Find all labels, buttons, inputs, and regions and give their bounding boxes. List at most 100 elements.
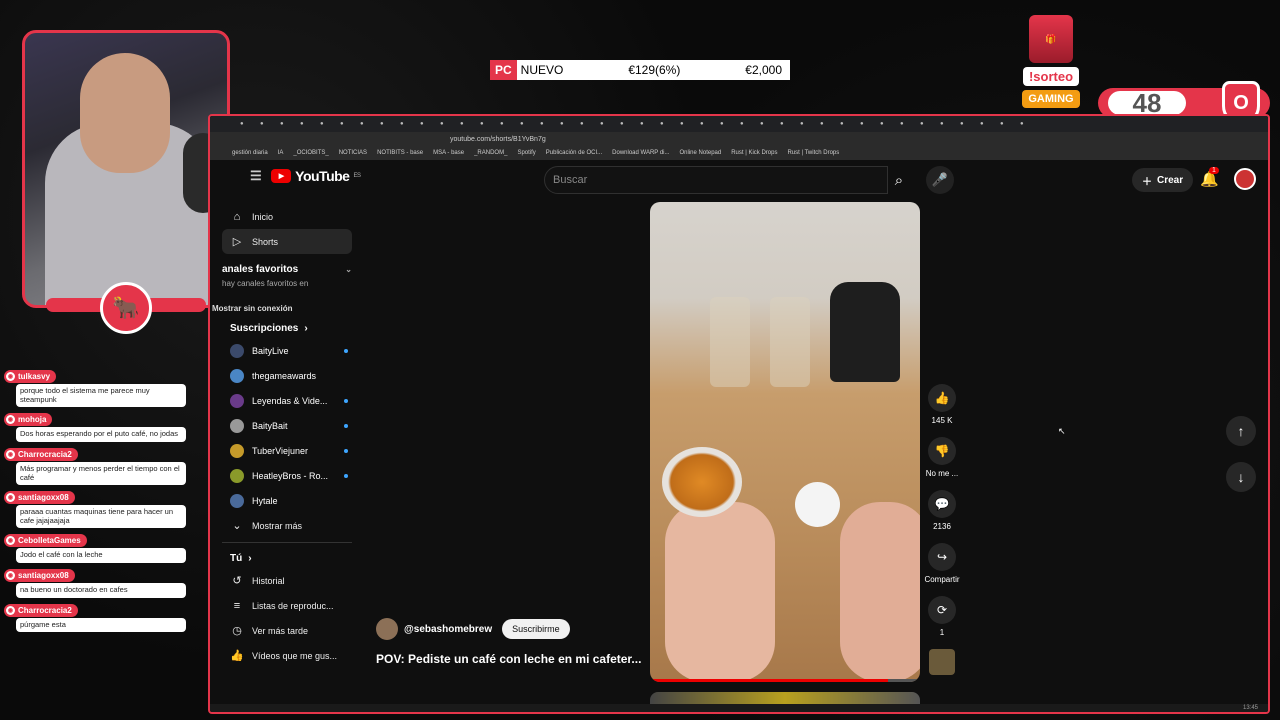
sidebar-item-home[interactable]: ⌂ Inicio: [222, 204, 352, 229]
bookmark-item[interactable]: Spotify: [517, 150, 535, 156]
bookmark-item[interactable]: Rust | Kick Drops: [731, 150, 777, 156]
bookmark-item[interactable]: Publicación de OCI...: [546, 150, 602, 156]
browser-tab[interactable]: ●: [280, 121, 298, 127]
browser-tab[interactable]: ●: [240, 121, 258, 127]
remix-action[interactable]: ⟳ 1: [928, 596, 956, 637]
sidebar-channel[interactable]: Hytale: [222, 488, 352, 513]
url-text[interactable]: youtube.com/shorts/B1YvBn7g: [450, 136, 546, 143]
browser-tab[interactable]: ●: [960, 121, 978, 127]
bookmark-item[interactable]: gestión diaria: [232, 150, 268, 156]
browser-tab[interactable]: ●: [880, 121, 898, 127]
dislike-action[interactable]: 👎 No me ...: [926, 437, 958, 478]
browser-tab[interactable]: ●: [920, 121, 938, 127]
sidebar-channel[interactable]: BaityLive: [222, 338, 352, 363]
sidebar-item-liked[interactable]: 👍 Vídeos que me gus...: [222, 643, 352, 668]
remix-icon[interactable]: ⟳: [928, 596, 956, 624]
browser-tab[interactable]: ●: [680, 121, 698, 127]
browser-tab[interactable]: ●: [500, 121, 518, 127]
bookmark-item[interactable]: Rust | Twitch Drops: [787, 150, 839, 156]
sidebar-item-history[interactable]: ↺ Historial: [222, 568, 352, 593]
browser-tab[interactable]: ●: [360, 121, 378, 127]
sidebar-item-shorts[interactable]: ▷ Shorts: [222, 229, 352, 254]
browser-tab[interactable]: ●: [860, 121, 878, 127]
arrow-down-icon[interactable]: ↓: [1226, 462, 1256, 492]
browser-tab[interactable]: ●: [520, 121, 538, 127]
menu-icon[interactable]: ☰: [250, 168, 262, 184]
bookmark-item[interactable]: Online Notepad: [680, 150, 722, 156]
browser-tab[interactable]: ●: [640, 121, 658, 127]
browser-tab[interactable]: ●: [320, 121, 338, 127]
voice-search-icon[interactable]: 🎤: [926, 166, 954, 194]
short-video-player[interactable]: [650, 202, 920, 682]
thumbs-up-icon[interactable]: 👍: [928, 384, 956, 412]
chat-username[interactable]: ◉ mohoja: [4, 413, 53, 427]
chat-username[interactable]: ◉ Charrocracia2: [4, 447, 78, 461]
search-icon[interactable]: ⌕: [880, 166, 918, 194]
you-section[interactable]: Tú ›: [222, 553, 352, 564]
arrow-up-icon[interactable]: ↑: [1226, 416, 1256, 446]
sidebar-item-watch-later[interactable]: ◷ Ver más tarde: [222, 618, 352, 643]
sidebar-item-playlists[interactable]: ≡ Listas de reproduc...: [222, 593, 352, 618]
browser-tab[interactable]: ●: [780, 121, 798, 127]
comments-action[interactable]: 💬 2136: [928, 490, 956, 531]
browser-tab[interactable]: ●: [820, 121, 838, 127]
browser-tab[interactable]: ●: [480, 121, 498, 127]
browser-tab[interactable]: ●: [720, 121, 738, 127]
browser-tab[interactable]: ●: [840, 121, 858, 127]
browser-tab[interactable]: ●: [540, 121, 558, 127]
account-avatar[interactable]: [1234, 168, 1256, 190]
bookmark-item[interactable]: MSA - base: [433, 150, 464, 156]
like-action[interactable]: 👍 145 K: [928, 384, 956, 425]
bookmark-item[interactable]: Download WARP di...: [612, 150, 669, 156]
channel-avatar[interactable]: [376, 618, 398, 640]
subscribe-button[interactable]: Suscribirme: [502, 619, 570, 639]
browser-tab[interactable]: ●: [620, 121, 638, 127]
browser-tab[interactable]: ●: [740, 121, 758, 127]
browser-tab[interactable]: ●: [760, 121, 778, 127]
share-icon[interactable]: ↪: [928, 543, 956, 571]
browser-tab[interactable]: ●: [460, 121, 478, 127]
sidebar-channel[interactable]: thegameawards: [222, 363, 352, 388]
browser-tab[interactable]: ●: [420, 121, 438, 127]
browser-tab[interactable]: ●: [700, 121, 718, 127]
browser-tab[interactable]: ●: [940, 121, 958, 127]
browser-tab[interactable]: ●: [580, 121, 598, 127]
browser-tab[interactable]: ●: [380, 121, 398, 127]
bookmark-item[interactable]: _OCIOBITS_: [293, 150, 328, 156]
browser-tab[interactable]: ●: [800, 121, 818, 127]
browser-tab[interactable]: ●: [260, 121, 278, 127]
browser-tab[interactable]: ●: [340, 121, 358, 127]
browser-tab[interactable]: ●: [900, 121, 918, 127]
browser-tab[interactable]: ●: [560, 121, 578, 127]
chat-username[interactable]: ◉ santiagoxx08: [4, 491, 75, 505]
comment-icon[interactable]: 💬: [928, 490, 956, 518]
video-progress-bar[interactable]: [650, 679, 920, 682]
offline-toggle[interactable]: Mostrar sin conexión: [210, 304, 352, 313]
browser-tab[interactable]: ●: [660, 121, 678, 127]
browser-tab[interactable]: ●: [300, 121, 318, 127]
sidebar-channel[interactable]: HeatleyBros - Ro...: [222, 463, 352, 488]
favorites-section[interactable]: anales favoritos ⌄: [222, 264, 352, 275]
bookmark-item[interactable]: NOTICIAS: [339, 150, 367, 156]
show-more-button[interactable]: ⌄ Mostrar más: [222, 513, 352, 538]
browser-tab[interactable]: ●: [1000, 121, 1018, 127]
browser-tab[interactable]: ●: [1020, 121, 1038, 127]
browser-tab[interactable]: ●: [400, 121, 418, 127]
sidebar-channel[interactable]: Leyendas & Vide...: [222, 388, 352, 413]
chat-username[interactable]: ◉ Charrocracia2: [4, 603, 78, 617]
notifications-bell-icon[interactable]: 🔔 1: [1200, 167, 1219, 188]
short-title[interactable]: POV: Pediste un café con leche en mi caf…: [376, 652, 646, 666]
channel-handle[interactable]: @sebashomebrew: [404, 624, 492, 635]
create-button[interactable]: ＋ Crear: [1132, 168, 1194, 192]
chat-username[interactable]: ◉ santiagoxx08: [4, 569, 75, 582]
search-input[interactable]: [545, 174, 887, 186]
bookmark-item[interactable]: NOTIBITS - base: [377, 150, 423, 156]
subscriptions-section[interactable]: Suscripciones ›: [222, 323, 352, 334]
sidebar-channel[interactable]: BaityBait: [222, 413, 352, 438]
address-bar[interactable]: youtube.com/shorts/B1YvBn7g: [210, 132, 1268, 146]
chat-username[interactable]: ◉ tulkasvy: [4, 370, 57, 383]
thumbs-down-icon[interactable]: 👎: [927, 437, 956, 465]
search-box[interactable]: [544, 166, 888, 194]
youtube-logo[interactable]: ☰ ▶ YouTube ES: [250, 168, 361, 184]
bookmark-item[interactable]: _RANDOM_: [474, 150, 507, 156]
